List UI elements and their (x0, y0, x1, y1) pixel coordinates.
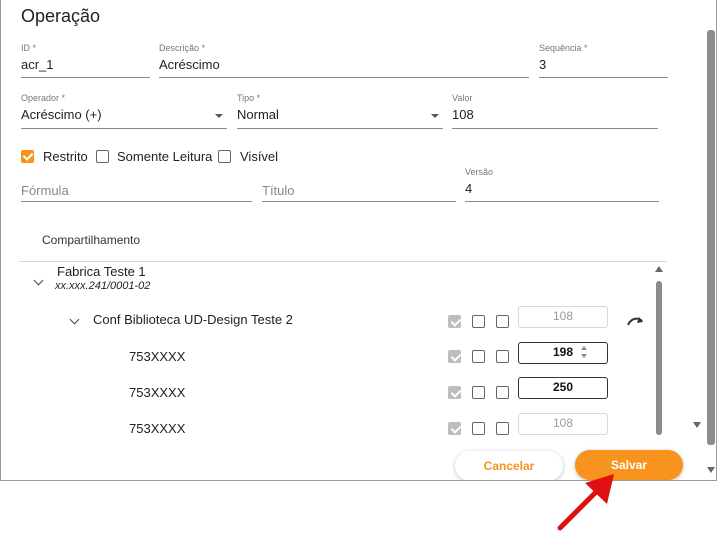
dialog-title: Operação (21, 6, 101, 26)
item-value-input[interactable]: 198 (518, 342, 608, 364)
dropdown-caret-icon (215, 114, 223, 118)
item-checkbox-2[interactable] (472, 422, 485, 435)
group-checkbox-3[interactable] (496, 315, 509, 328)
annotation-arrow-icon (557, 474, 614, 531)
dialog-scroll-thumb[interactable] (707, 30, 715, 445)
formula-placeholder: Fórmula (21, 183, 69, 198)
stepper-icon[interactable] (581, 346, 589, 360)
tree-item-name: 753XXXX (129, 349, 186, 364)
cancel-button[interactable]: Cancelar (455, 451, 563, 480)
versao-label: Versão (465, 167, 494, 177)
somente-leitura-label: Somente Leitura (117, 149, 213, 164)
tree-root-subtitle: xx.xxx.241/0001-02 (55, 280, 151, 292)
tree-scrollbar[interactable] (652, 263, 666, 435)
titulo-placeholder: Título (262, 183, 295, 198)
versao-field[interactable]: Versão 4 (465, 167, 659, 202)
tipo-select[interactable]: Tipo * Normal (237, 93, 443, 129)
tree-root-name: Fabrica Teste 1 (57, 264, 146, 279)
formula-field[interactable]: Fórmula (21, 165, 252, 202)
id-value: acr_1 (21, 57, 54, 72)
item-checkbox-2[interactable] (472, 350, 485, 363)
group-checkbox-1[interactable] (448, 315, 461, 328)
descricao-value: Acréscimo (159, 57, 220, 72)
item-value-text: 198 (552, 345, 574, 359)
dialog-scrollbar[interactable] (704, 30, 716, 480)
sequencia-value: 3 (539, 57, 547, 72)
sharing-tree: Fabrica Teste 1 xx.xxx.241/0001-02 Conf … (1, 262, 671, 436)
descricao-label: Descrição * (159, 43, 206, 53)
item-checkbox-2[interactable] (472, 386, 485, 399)
item-checkbox-3[interactable] (496, 422, 509, 435)
scroll-up-icon[interactable] (655, 266, 663, 272)
operador-label: Operador * (21, 93, 66, 103)
tree-item-name: 753XXXX (129, 385, 186, 400)
tree-item-name: 753XXXX (129, 421, 186, 436)
item-checkbox-3[interactable] (496, 350, 509, 363)
item-checkbox-1[interactable] (448, 350, 461, 363)
redo-arrow-icon[interactable] (626, 314, 646, 328)
item-checkbox-1[interactable] (448, 422, 461, 435)
tipo-label: Tipo * (237, 93, 261, 103)
restrito-label: Restrito (43, 149, 88, 164)
tree-scroll-thumb[interactable] (656, 281, 662, 435)
item-value-input[interactable]: 108 (518, 413, 608, 435)
item-value-input[interactable]: 250 (518, 377, 608, 399)
operation-dialog: Operação ID * acr_1 Descrição * Acréscim… (0, 0, 717, 481)
group-value-input[interactable]: 108 (518, 306, 608, 328)
sequencia-label: Sequência * (539, 43, 588, 53)
restrito-checkbox[interactable] (21, 150, 34, 163)
operador-value: Acréscimo (+) (21, 107, 102, 122)
scroll-down-icon[interactable] (707, 467, 715, 473)
visivel-label: Visível (240, 149, 279, 164)
titulo-field[interactable]: Título (262, 165, 456, 202)
chevron-down-icon[interactable] (69, 314, 80, 325)
tab-compartilhamento[interactable]: Compartilhamento (42, 233, 140, 247)
visivel-checkbox[interactable] (218, 150, 231, 163)
tipo-value: Normal (237, 107, 279, 122)
item-checkbox-3[interactable] (496, 386, 509, 399)
id-field[interactable]: ID * acr_1 (21, 43, 150, 78)
tree-group-name: Conf Biblioteca UD-Design Teste 2 (93, 312, 293, 327)
valor-field[interactable]: Valor 108 (452, 93, 658, 129)
somente-leitura-checkbox[interactable] (96, 150, 109, 163)
operador-select[interactable]: Operador * Acréscimo (+) (21, 93, 227, 129)
versao-value: 4 (465, 181, 473, 196)
valor-label: Valor (452, 93, 473, 103)
valor-value: 108 (452, 107, 474, 122)
sequencia-field[interactable]: Sequência * 3 (539, 43, 668, 78)
dropdown-caret-icon (431, 114, 439, 118)
chevron-down-icon[interactable] (33, 275, 44, 286)
scroll-down-icon[interactable] (693, 422, 701, 428)
id-label: ID * (21, 43, 37, 53)
descricao-field[interactable]: Descrição * Acréscimo (159, 43, 529, 78)
group-checkbox-2[interactable] (472, 315, 485, 328)
item-checkbox-1[interactable] (448, 386, 461, 399)
